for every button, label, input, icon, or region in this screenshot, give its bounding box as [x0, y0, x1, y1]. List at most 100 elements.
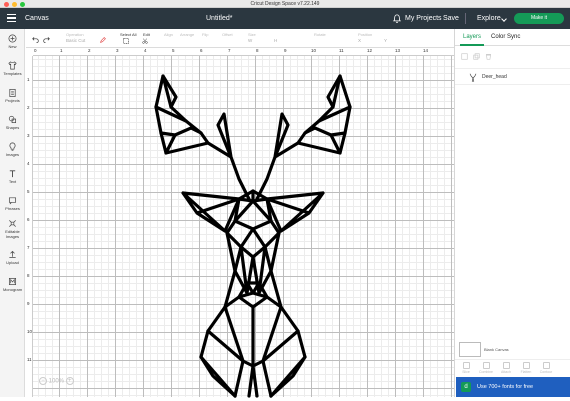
select-all-icon[interactable]	[123, 38, 129, 44]
sidebar-item-projects[interactable]: Projects	[0, 88, 25, 103]
position-x-field[interactable]: X	[358, 38, 361, 44]
my-projects-link[interactable]: My Projects	[405, 13, 442, 24]
sidebar-item-upload[interactable]: Upload	[0, 250, 25, 265]
blank-canvas-swatch[interactable]	[459, 342, 481, 357]
sidebar-item-phrases[interactable]: Phrases	[0, 196, 25, 211]
upload-icon	[9, 250, 16, 259]
chevron-down-icon[interactable]	[501, 16, 507, 22]
ruler-tick: 10	[27, 329, 33, 334]
rotate-label: Rotate	[314, 32, 326, 37]
sidebar-item-label: New	[8, 44, 17, 49]
deer-layer-thumbnail-icon	[469, 73, 477, 82]
blank-canvas-label: Blank Canvas	[484, 347, 509, 352]
ruler-tick: 3	[27, 133, 30, 138]
sidebar-item-templates[interactable]: Templates	[0, 61, 25, 76]
zoom-level: 100%	[48, 378, 65, 385]
ruler-tick: 1	[60, 48, 63, 53]
deer-head-image[interactable]	[153, 71, 353, 401]
flatten-label: Flatten	[520, 370, 532, 374]
scissors-icon[interactable]	[142, 38, 148, 44]
attach-button[interactable]: Attach	[497, 362, 515, 374]
ruler-tick: 7	[228, 48, 231, 53]
ruler-tick: 12	[367, 48, 373, 53]
zoom-out-button[interactable]: −	[39, 377, 47, 385]
zoom-in-button[interactable]: +	[65, 377, 74, 385]
ruler-tick: 2	[88, 48, 91, 53]
offset-button[interactable]: Offset	[222, 32, 233, 37]
trash-icon[interactable]	[485, 53, 492, 60]
plus-circle-icon	[8, 34, 17, 43]
select-all-button[interactable]: Select All	[120, 32, 136, 37]
hamburger-menu-icon[interactable]	[7, 14, 16, 23]
pen-color-icon[interactable]	[100, 37, 106, 43]
edit-menu[interactable]: Edit	[143, 32, 150, 37]
sidebar-item-new[interactable]: New	[0, 34, 25, 49]
contour-button[interactable]: Contour	[537, 362, 555, 374]
app-header: Canvas Untitled* My Projects Save Explor…	[0, 8, 570, 29]
sidebar-item-label: Phrases	[5, 206, 20, 211]
group-icon[interactable]	[461, 53, 468, 60]
promo-text[interactable]: Use 700+ fonts for free	[477, 383, 533, 391]
design-space-logo-icon: d	[461, 382, 471, 392]
horizontal-ruler: 0 1 2 3 4 5 6 7 8 9 10 11 12 13 14	[33, 48, 454, 56]
height-field[interactable]: H	[274, 38, 277, 44]
design-canvas[interactable]	[33, 56, 454, 398]
sidebar-item-images[interactable]: Images	[0, 142, 25, 157]
flip-menu[interactable]: Flip	[202, 32, 208, 37]
tab-layers[interactable]: Layers	[459, 34, 485, 46]
ruler-tick: 9	[27, 301, 30, 306]
sidebar-item-label: Templates	[3, 71, 22, 76]
shapes-icon	[8, 115, 17, 124]
layer-row[interactable]: Deer_head	[455, 68, 570, 85]
combine-button[interactable]: Combine	[477, 362, 495, 374]
slice-button[interactable]: Slice	[457, 362, 475, 374]
explore-menu[interactable]: Explore	[477, 13, 501, 24]
ruler-tick: 1	[27, 77, 30, 82]
operation-select[interactable]: Basic Cut	[66, 38, 85, 44]
edit-toolbar: Operation Basic Cut Select All Edit Alig…	[26, 29, 454, 48]
sidebar-item-label: Shapes	[5, 125, 20, 130]
ruler-tick: 14	[423, 48, 429, 53]
save-button[interactable]: Save	[443, 13, 459, 24]
ruler-tick: 4	[144, 48, 147, 53]
slice-label: Slice	[462, 370, 470, 374]
sidebar-item-monogram[interactable]: Monogram	[0, 277, 25, 292]
attach-label: Attach	[501, 370, 511, 374]
make-it-button[interactable]: Make it	[514, 13, 564, 24]
undo-icon[interactable]	[32, 36, 39, 43]
vertical-ruler: 1 2 3 4 5 6 7 8 9 10 11	[26, 56, 33, 397]
align-menu[interactable]: Align	[164, 32, 173, 37]
ruler-tick: 9	[284, 48, 287, 53]
position-label: Position	[358, 32, 373, 37]
ruler-tick: 8	[27, 273, 30, 278]
bell-icon[interactable]	[393, 14, 401, 23]
sidebar-item-label: Monogram	[2, 287, 23, 292]
redo-icon[interactable]	[43, 36, 50, 43]
width-field[interactable]: W	[248, 38, 252, 44]
speech-bubble-icon	[8, 197, 17, 205]
sidebar-item-text[interactable]: Text	[0, 169, 25, 184]
flatten-button[interactable]: Flatten	[517, 362, 535, 374]
sidebar-item-shapes[interactable]: Shapes	[0, 115, 25, 130]
arrange-menu[interactable]: Arrange	[180, 32, 194, 37]
panel-tabs: Layers Color Sync	[455, 29, 570, 46]
document-title[interactable]: Untitled*	[206, 13, 232, 24]
sidebar-item-label: Upload	[6, 260, 19, 265]
ruler-tick: 5	[27, 189, 30, 194]
sidebar-item-editable-images[interactable]: Editable Images	[0, 219, 25, 239]
tab-color-sync[interactable]: Color Sync	[491, 34, 520, 41]
fonts-promo-banner[interactable]: d Use 700+ fonts for free	[456, 377, 570, 397]
slice-icon	[462, 362, 470, 369]
layer-name[interactable]: Deer_head	[482, 74, 507, 81]
monogram-icon	[8, 277, 17, 286]
editable-image-icon	[9, 220, 16, 227]
combine-label: Combine	[478, 370, 493, 374]
duplicate-icon[interactable]	[473, 53, 480, 60]
combine-icon	[482, 362, 490, 369]
size-label: Size	[248, 32, 256, 37]
bottom-tools: Slice Combine Attach Flatten Contour	[455, 359, 570, 377]
contour-label: Contour	[539, 370, 553, 374]
header-divider	[465, 13, 466, 24]
position-y-field[interactable]: Y	[384, 38, 387, 44]
layer-actions	[461, 53, 492, 60]
